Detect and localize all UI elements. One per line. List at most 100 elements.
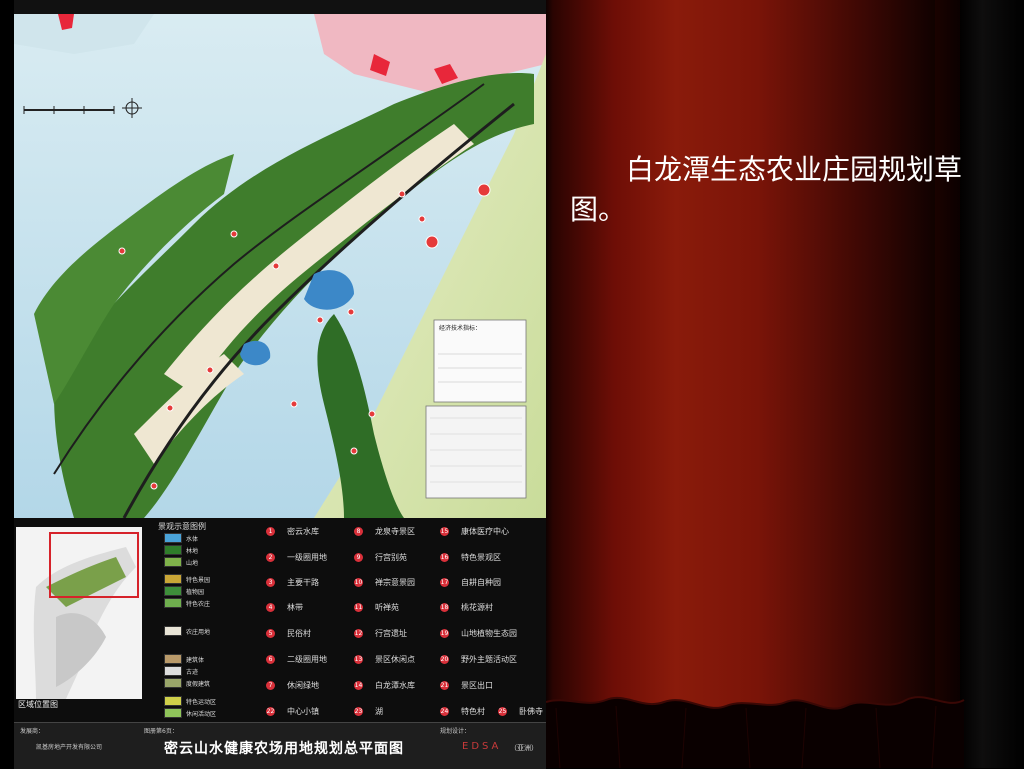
drawing-title: 密云山水健康农场用地规划总平面图 — [164, 741, 404, 757]
legend-label: 林带 — [287, 602, 303, 612]
swatch-label: 山地 — [186, 559, 199, 567]
legend-number: 16 — [440, 552, 449, 562]
swatch-color — [164, 586, 182, 596]
legend-label: 桃花源村 — [461, 602, 493, 612]
designer-logo: EDSA — [462, 741, 502, 752]
swatch-label: 特色景园 — [186, 576, 211, 584]
swatch-color — [164, 626, 182, 636]
legend-label: 景区出口 — [461, 680, 493, 690]
legend-label: 山地植物生态园 — [461, 628, 517, 638]
legend-item: 23 湖 — [354, 704, 383, 718]
legend-label: 二级圈用地 — [287, 654, 327, 664]
legend-item: 24 特色村 — [440, 704, 485, 718]
swatch-label: 特色农庄 — [186, 600, 211, 608]
legend-label: 行宫别苑 — [375, 552, 407, 562]
swatch-color — [164, 654, 182, 664]
legend-number: 18 — [440, 602, 449, 612]
legend-number: 8 — [354, 526, 363, 536]
legend-swatch: 特色景园 — [164, 574, 210, 584]
legend-item: 21 景区出口 — [440, 678, 493, 692]
legend-swatch: 水体 — [164, 533, 198, 543]
legend-item: 5 民俗村 — [266, 626, 311, 640]
legend-label: 野外主题活动区 — [461, 654, 517, 664]
legend-item: 20 野外主题活动区 — [440, 652, 517, 666]
legend-label: 湖 — [375, 706, 383, 716]
legend-number: 17 — [440, 577, 449, 587]
swatch-label: 建筑体 — [186, 656, 205, 664]
legend-number: 3 — [266, 577, 275, 587]
slide-caption: 白龙潭生态农业庄园规划草图。 — [570, 153, 963, 226]
legend-label: 一级圈用地 — [287, 552, 327, 562]
legend-item: 2 一级圈用地 — [266, 550, 327, 564]
swatch-color — [164, 557, 182, 567]
swatch-color — [164, 696, 182, 706]
legend-item: 13 景区休闲点 — [354, 652, 415, 666]
legend-number: 19 — [440, 628, 449, 638]
legend-label: 特色景观区 — [461, 552, 501, 562]
legend-item: 3 主要干路 — [266, 575, 319, 589]
legend-item: 1 密云水库 — [266, 524, 319, 538]
legend-item: 16 特色景观区 — [440, 550, 501, 564]
legend-number: 6 — [266, 654, 275, 664]
legend-number: 25 — [498, 706, 507, 716]
legend-number: 7 — [266, 680, 275, 690]
legend-number: 15 — [440, 526, 449, 536]
legend-number: 10 — [354, 577, 363, 587]
legend-label: 特色村 — [461, 706, 485, 716]
legend-label: 卧佛寺 — [519, 706, 543, 716]
legend-number: 14 — [354, 680, 363, 690]
legend-number: 2 — [266, 552, 275, 562]
designer-suffix: （亚洲） — [510, 744, 538, 752]
swatch-color — [164, 533, 182, 543]
legend-swatch: 建筑体 — [164, 654, 204, 664]
legend-label: 景区休闲点 — [375, 654, 415, 664]
stage-floor-silhouette — [546, 696, 965, 768]
legend-number: 13 — [354, 654, 363, 664]
swatch-label: 古迹 — [186, 668, 199, 676]
inset-map-label: 区域位置图 — [18, 700, 58, 709]
tech-indicator-title: 经济技术指标： — [439, 324, 481, 332]
legend-number: 12 — [354, 628, 363, 638]
developer-name: 凯基房地产开发有限公司 — [36, 744, 103, 751]
legend-label: 民俗村 — [287, 628, 311, 638]
legend-label: 自耕自种园 — [461, 577, 501, 587]
legend-swatch: 古迹 — [164, 666, 198, 676]
sheet-label: 图册第6页： — [144, 728, 178, 735]
legend-item: 8 龙泉寺景区 — [354, 524, 415, 538]
legend-swatch: 休闲活动区 — [164, 708, 216, 718]
regional-location-map — [16, 527, 142, 699]
legend-item: 10 禅宗意景园 — [354, 575, 415, 589]
site-plan-image: 经济技术指标： 景观示意图例 水体 林地 山地 特色景园 植物园 特色农庄 农庄… — [14, 0, 546, 769]
legend-item: 9 行宫别苑 — [354, 550, 407, 564]
legend-number: 1 — [266, 526, 275, 536]
legend-label: 中心小镇 — [287, 706, 319, 716]
legend-item: 19 山地植物生态园 — [440, 626, 517, 640]
swatch-color — [164, 708, 182, 718]
legend-item: 22 中心小镇 — [266, 704, 319, 718]
swatch-label: 农庄用地 — [186, 628, 211, 636]
legend-swatch: 度假建筑 — [164, 678, 210, 688]
legend-number: 9 — [354, 552, 363, 562]
legend-number: 5 — [266, 628, 275, 638]
legend-title: 景观示意图例 — [158, 522, 206, 531]
legend-item: 4 林带 — [266, 600, 303, 614]
legend-number: 23 — [354, 706, 363, 716]
legend-swatch: 特色运动区 — [164, 696, 216, 706]
swatch-color — [164, 574, 182, 584]
legend-number: 21 — [440, 680, 449, 690]
legend-swatch: 特色农庄 — [164, 598, 210, 608]
legend-item: 12 行宫遗址 — [354, 626, 407, 640]
legend-swatch: 山地 — [164, 557, 198, 567]
legend-number: 24 — [440, 706, 449, 716]
legend-label: 主要干路 — [287, 577, 319, 587]
swatch-color — [164, 598, 182, 608]
swatch-label: 特色运动区 — [186, 698, 217, 706]
legend-swatch: 农庄用地 — [164, 626, 210, 636]
master-plan-map: 经济技术指标： — [14, 14, 546, 518]
legend-number: 20 — [440, 654, 449, 664]
swatch-label: 休闲活动区 — [186, 710, 217, 718]
legend-label: 听禅苑 — [375, 602, 399, 612]
legend-number: 11 — [354, 602, 363, 612]
legend-label: 康体医疗中心 — [461, 526, 509, 536]
legend-item: 15 康体医疗中心 — [440, 524, 509, 538]
